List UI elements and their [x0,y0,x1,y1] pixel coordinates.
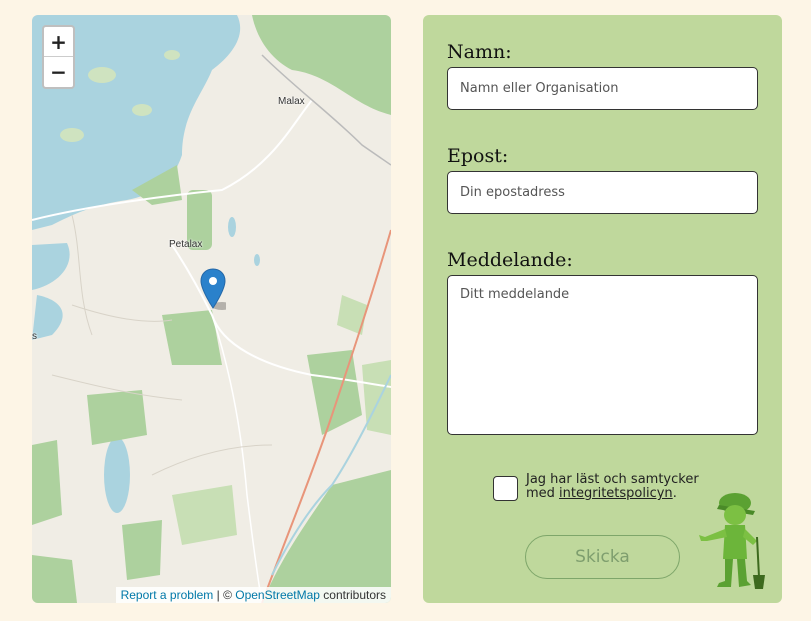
zoom-in-button[interactable]: + [44,27,73,57]
attribution-separator: | © [213,588,236,602]
name-input[interactable]: Namn eller Organisation [447,67,758,110]
attribution-contributors: contributors [319,588,386,602]
place-label-partial: s [32,331,37,342]
report-problem-link[interactable]: Report a problem [121,588,214,602]
map-attribution: Report a problem | © OpenStreetMap contr… [115,587,391,603]
name-label: Namn: [447,41,512,63]
zoom-out-button[interactable]: − [44,57,73,87]
contact-form: Namn: Namn eller Organisation Epost: Din… [423,15,782,603]
osm-link[interactable]: OpenStreetMap [235,588,320,602]
submit-button[interactable]: Skicka [525,535,680,579]
privacy-policy-link[interactable]: integritetspolicyn [559,486,673,501]
email-input[interactable]: Din epostadress [447,171,758,214]
place-label-petalax: Petalax [169,239,203,250]
email-label: Epost: [447,145,509,167]
message-textarea[interactable]: Ditt meddelande [447,275,758,435]
map-panel[interactable]: + − Malax Petalax s Report a problem | ©… [32,15,391,603]
message-placeholder: Ditt meddelande [460,287,570,302]
name-placeholder: Namn eller Organisation [460,81,619,96]
message-label: Meddelande: [447,249,573,271]
zoom-control: + − [42,25,75,89]
email-placeholder: Din epostadress [460,185,565,200]
map-marker-icon[interactable] [200,268,226,310]
consent-checkbox[interactable] [493,476,518,501]
gardener-mascot-icon [699,493,765,589]
consent-end: . [672,486,677,501]
place-label-malax: Malax [278,96,305,107]
